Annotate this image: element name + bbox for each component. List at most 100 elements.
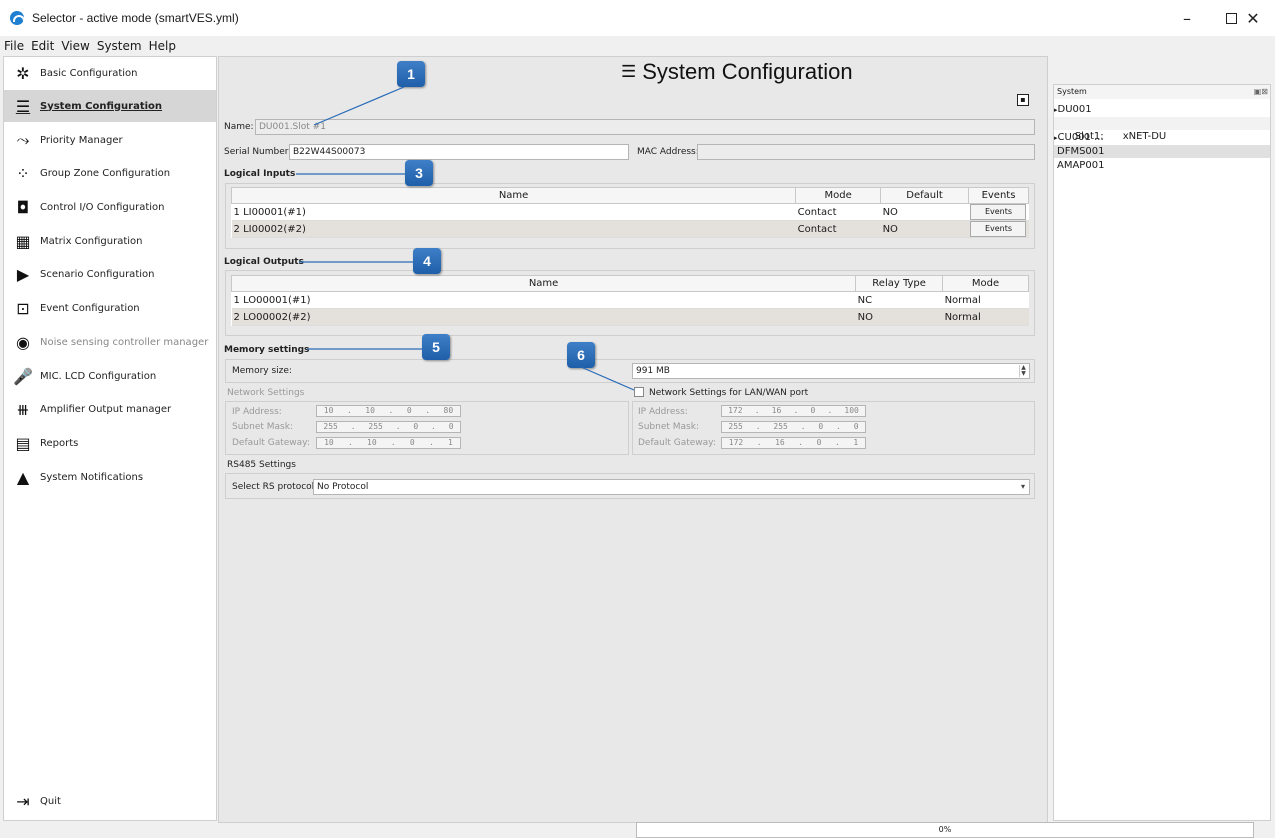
column-header[interactable]: Mode [795,187,882,204]
spin-arrows-icon[interactable]: ▲ ▼ [1019,365,1027,377]
window-title: Selector - active mode (smartVES.yml) [32,11,239,25]
page-title: ☰ System Configuration [621,59,853,85]
row-number: 1 [233,294,240,306]
quit-button[interactable]: ⇥ Quit [4,785,216,817]
row-name: LO00001(#1) [243,294,311,306]
sidebar-item-mic-lcd-configuration[interactable]: 🎤 MIC. LCD Configuration [4,360,216,392]
menu-edit[interactable]: Edit [31,39,54,53]
sidebar-item-label: Group Zone Configuration [40,167,171,179]
column-header[interactable]: Name [230,187,797,204]
callout-badge: 3 [405,160,433,186]
quit-label: Quit [40,795,61,807]
system-tree-panel: System ▣⊠ ▸DU001 Slot1: xNET-DU ▸CU001 .… [1053,84,1271,821]
page-title-text: System Configuration [642,59,853,84]
callout-badge: 1 [397,61,425,87]
row-number: 2 [233,223,240,235]
logical-inputs-heading: Logical Inputs [224,169,296,179]
lan-wan-checkbox-label: Network Settings for LAN/WAN port [649,388,809,398]
events-button[interactable]: Events [970,204,1027,220]
warning-icon: ▲ [16,467,30,487]
lan-ip-address-field[interactable]: 172. 16. 0. 100 [721,405,866,417]
panel-float-close-icons[interactable]: ▣⊠ [1254,85,1268,99]
priority-arrow-icon: ⤳ [16,130,30,149]
menu-view[interactable]: View [61,39,89,53]
menu-system[interactable]: System [97,39,142,53]
sidebar-item-event-configuration[interactable]: ⊡ Event Configuration [4,292,216,324]
main-panel: ☰ System Configuration ▪ Name: DU001.Slo… [218,56,1048,823]
collapse-panel-button[interactable]: ▪ [1017,94,1029,106]
sidebar-item-system-notifications[interactable]: ▲ System Notifications [4,461,216,493]
event-icon: ⊡ [16,298,30,318]
row-name: LI00002(#2) [243,223,306,235]
serial-number-field[interactable]: B22W44S00073 [289,144,629,160]
sidebar-item-control-io-configuration[interactable]: ◘ Control I/O Configuration [4,191,216,223]
memory-size-value: 991 MB [636,366,670,376]
menu-help[interactable]: Help [149,39,176,53]
default-gateway-label: Default Gateway: [232,438,310,448]
lan-ip-address-label: IP Address: [638,407,688,417]
menu-file[interactable]: File [4,39,24,53]
exit-door-icon: ⇥ [16,791,30,811]
logical-outputs-heading: Logical Outputs [224,257,304,267]
subnet-mask-field[interactable]: 255. 255. 0. 0 [316,421,461,433]
tree-item-slot1[interactable]: Slot1: xNET-DU [1054,117,1270,142]
sidebar-item-label: Reports [40,437,79,449]
sidebar-item-priority-manager[interactable]: ⤳ Priority Manager [4,124,216,156]
column-header[interactable]: Relay Type [855,275,944,292]
table-row[interactable]: 1 LO00001(#1) NC Normal [231,291,1029,309]
sidebar-item-scenario-configuration[interactable]: ▶ Scenario Configuration [4,258,216,290]
lan-default-gateway-label: Default Gateway: [638,438,716,448]
rs-protocol-value: No Protocol [317,482,369,492]
row-default: NO [880,203,969,221]
sidebar-item-group-zone-configuration[interactable]: ⁘ Group Zone Configuration [4,157,216,189]
sidebar-item-noise-sensing-controller-manager[interactable]: ◉ Noise sensing controller manager [4,326,216,358]
minimize-button[interactable]: – [1165,0,1209,36]
sidebar-item-label: Amplifier Output manager [40,403,172,415]
sidebar-item-basic-configuration[interactable]: ✲ Basic Configuration [4,57,216,89]
table-row[interactable]: 2 LI00002(#2) Contact NO Events [231,220,1029,238]
server-stack-icon: ☰ [621,62,637,81]
progress-bar: 0% [636,822,1254,838]
sidebar-item-system-configuration[interactable]: ☰ System Configuration [4,90,216,122]
default-gateway-field[interactable]: 10. 10. 0. 1 [316,437,461,449]
lan-default-gateway-field[interactable]: 172. 16. 0. 1 [721,437,866,449]
close-icon: ✕ [1246,8,1260,28]
rs-protocol-label: Select RS protocol: [232,482,318,492]
column-header[interactable]: Events [967,187,1030,204]
system-panel-header: System ▣⊠ [1054,85,1270,99]
callout-badge: 6 [567,342,595,368]
sidebar-item-reports[interactable]: ▤ Reports [4,427,216,459]
sidebar-item-label: Control I/O Configuration [40,201,165,213]
tree-item-cu001[interactable]: ▸CU001 ... [1054,131,1270,144]
serial-number-label: Serial Number: [224,147,292,157]
name-field[interactable]: DU001.Slot #1 [255,119,1035,135]
scenario-play-icon: ▶ [16,264,30,284]
memory-size-label: Memory size: [232,366,292,376]
tree-item-dfms001[interactable]: DFMS001 [1054,145,1270,158]
events-button[interactable]: Events [970,221,1027,237]
tree-item-du001[interactable]: ▸DU001 [1054,103,1270,116]
column-header[interactable]: Name [230,275,857,292]
sidebar-item-label: Event Configuration [40,302,140,314]
mac-address-label: MAC Address: [637,147,699,157]
column-header[interactable]: Default [880,187,969,204]
sidebar-item-label: Noise sensing controller manager [40,336,209,348]
lan-wan-checkbox[interactable] [634,387,644,397]
table-row[interactable]: 1 LI00001(#1) Contact NO Events [231,203,1029,221]
close-button[interactable]: ✕ [1231,0,1275,36]
lan-subnet-mask-label: Subnet Mask: [638,422,699,432]
logical-inputs-table: Name Mode Default Events 1 LI00001(#1) C… [230,187,1030,238]
memory-settings-heading: Memory settings [224,345,310,355]
memory-size-spinbox[interactable]: 991 MB ▲ ▼ [632,363,1030,379]
table-row[interactable]: 2 LO00002(#2) NO Normal [231,308,1029,326]
subnet-mask-label: Subnet Mask: [232,422,293,432]
sidebar-item-matrix-configuration[interactable]: ▦ Matrix Configuration [4,225,216,257]
ip-address-field[interactable]: 10. 10. 0. 80 [316,405,461,417]
sidebar-item-amplifier-output-manager[interactable]: ⧻ Amplifier Output manager [4,393,216,425]
tree-item-amap001[interactable]: AMAP001 [1054,159,1270,172]
sidebar-item-label: Scenario Configuration [40,268,155,280]
lan-subnet-mask-field[interactable]: 255. 255. 0. 0 [721,421,866,433]
mac-address-field[interactable] [697,144,1035,160]
column-header[interactable]: Mode [942,275,1029,292]
rs-protocol-select[interactable]: No Protocol ▾ [313,479,1030,495]
